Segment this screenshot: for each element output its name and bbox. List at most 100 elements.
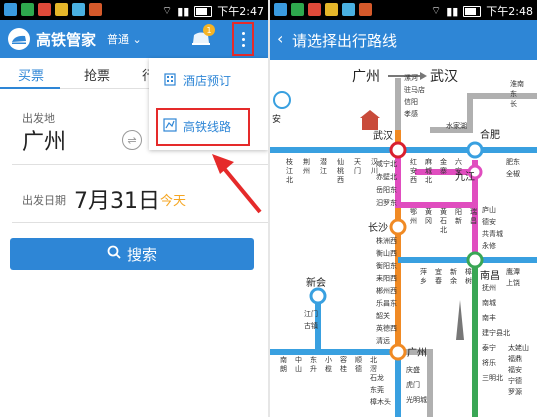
swap-cities-icon[interactable]: ⇌ bbox=[122, 130, 142, 150]
station-label[interactable]: 宁德 bbox=[508, 376, 522, 385]
station-xinhui-dot[interactable] bbox=[309, 287, 327, 305]
station-label[interactable]: 光明城 bbox=[406, 395, 427, 404]
station-guangzhou-dot[interactable] bbox=[389, 343, 407, 361]
station-label[interactable]: 鹰潭 bbox=[506, 267, 520, 276]
menu-item-hotel[interactable]: 酒店预订 bbox=[153, 62, 263, 98]
station-label[interactable]: 北 bbox=[425, 176, 432, 184]
station-label[interactable]: 孝感 bbox=[404, 109, 418, 118]
station-label[interactable]: 小 bbox=[325, 355, 332, 364]
station-label[interactable]: 朗 bbox=[280, 364, 287, 373]
station-label[interactable]: 江门 bbox=[304, 309, 318, 318]
station-label[interactable]: 将乐 bbox=[482, 358, 496, 367]
station-label[interactable]: 漯河 bbox=[404, 73, 418, 82]
station-label[interactable]: 桃 bbox=[337, 166, 344, 175]
station-label[interactable]: 乐昌东 bbox=[376, 299, 397, 308]
station-label[interactable]: 顺 bbox=[355, 356, 362, 364]
station-label[interactable]: 江 bbox=[320, 167, 327, 175]
station-label[interactable]: 庆盛 bbox=[406, 365, 420, 374]
station-label[interactable]: 安 bbox=[455, 166, 462, 175]
station-label[interactable]: 枝 bbox=[286, 157, 293, 166]
station-label[interactable]: 赤壁北 bbox=[376, 172, 397, 181]
station-label[interactable]: 门 bbox=[354, 166, 361, 175]
station-shuijiahu[interactable]: 水家湖 bbox=[446, 121, 467, 130]
station-label[interactable]: 昌 bbox=[470, 217, 477, 225]
station-label[interactable]: 株洲西 bbox=[376, 236, 397, 245]
station-label[interactable]: 城 bbox=[425, 167, 432, 175]
station-label[interactable]: 英德西 bbox=[376, 324, 397, 333]
message-bell-icon[interactable]: 1 bbox=[191, 24, 215, 47]
station-label[interactable]: 容 bbox=[340, 355, 347, 364]
station-label[interactable]: 冈 bbox=[425, 217, 432, 225]
station-label[interactable]: 乡 bbox=[420, 277, 427, 285]
station-label[interactable]: 黄 bbox=[440, 207, 447, 216]
station-label[interactable]: 树 bbox=[465, 276, 472, 285]
station-label[interactable]: 阳 bbox=[455, 207, 462, 216]
station-label[interactable]: 德安 bbox=[482, 217, 496, 226]
station-label[interactable]: 上饶 bbox=[506, 278, 520, 287]
station-label[interactable]: 仙 bbox=[337, 157, 344, 166]
station-label[interactable]: 樟木头 bbox=[370, 397, 391, 406]
tab-buy-ticket[interactable]: 买票 bbox=[18, 65, 44, 84]
station-label[interactable]: 衡阳东 bbox=[376, 261, 397, 270]
station-label[interactable]: 北 bbox=[440, 226, 447, 234]
station-label[interactable]: 咸宁北 bbox=[376, 159, 397, 168]
station-label[interactable]: 淮南 bbox=[510, 79, 524, 88]
station-label[interactable]: 寨 bbox=[440, 166, 447, 175]
station-label[interactable]: 北 bbox=[286, 176, 293, 184]
station-label[interactable]: 瑞 bbox=[470, 207, 477, 216]
station-label[interactable]: 鄂 bbox=[410, 207, 417, 216]
station-label[interactable]: 樟 bbox=[465, 267, 472, 276]
station-label[interactable]: 永修 bbox=[482, 241, 496, 250]
station-changsha[interactable]: 长沙 bbox=[368, 222, 388, 234]
station-label[interactable]: 余 bbox=[450, 276, 457, 285]
station-label[interactable]: 德 bbox=[355, 364, 362, 373]
station-an[interactable]: 安 bbox=[272, 113, 281, 125]
station-label[interactable]: 福鼎 bbox=[508, 354, 522, 363]
station-label[interactable]: 石 bbox=[440, 217, 447, 225]
station-label[interactable]: 新 bbox=[455, 216, 462, 225]
station-label[interactable]: 州 bbox=[303, 167, 310, 175]
back-chevron-icon[interactable]: ‹ bbox=[277, 29, 283, 48]
station-label[interactable]: 虎门 bbox=[406, 380, 420, 389]
station-label[interactable]: 共青城 bbox=[482, 229, 503, 238]
station-label[interactable]: 东 bbox=[310, 355, 317, 364]
station-label[interactable]: 三明北 bbox=[482, 374, 503, 382]
station-label[interactable]: 衡山西 bbox=[376, 249, 397, 258]
station-label[interactable]: 天 bbox=[354, 158, 361, 166]
station-hefei-dot[interactable] bbox=[466, 141, 484, 159]
station-changsha-dot[interactable] bbox=[389, 218, 407, 236]
departure-date[interactable]: 7月31日 bbox=[74, 183, 160, 215]
from-city[interactable]: 广州 bbox=[22, 124, 66, 156]
station-nanchang-dot[interactable] bbox=[466, 251, 484, 269]
station-label[interactable]: 汨罗东 bbox=[376, 198, 397, 207]
station-label[interactable]: 南丰 bbox=[482, 313, 496, 322]
station-label[interactable]: 古镇 bbox=[304, 321, 318, 330]
station-label[interactable]: 驻马店 bbox=[404, 85, 425, 94]
station-label[interactable]: 滘 bbox=[370, 364, 377, 373]
station-label[interactable]: 金 bbox=[440, 157, 447, 166]
station-label[interactable]: 宜 bbox=[435, 267, 442, 276]
station-label[interactable]: 岳阳东 bbox=[376, 185, 397, 194]
station-label[interactable]: 榄 bbox=[325, 364, 332, 373]
station-label[interactable]: 西 bbox=[337, 176, 344, 184]
station-label[interactable]: 郴州西 bbox=[376, 286, 397, 295]
station-label[interactable]: 石龙 bbox=[370, 373, 384, 382]
station-label[interactable]: 六 bbox=[455, 157, 462, 166]
station-label[interactable]: 升 bbox=[310, 364, 317, 373]
station-label[interactable]: 安 bbox=[410, 166, 417, 175]
station-label[interactable]: 江 bbox=[286, 167, 293, 175]
station-label[interactable]: 福安 bbox=[508, 365, 522, 374]
station-label[interactable]: 潜 bbox=[320, 157, 327, 166]
rail-map[interactable]: 广州 武汉 武汉 合肥 九江 长沙 南昌 新会 广州 安 水家湖 漯河驻马店信阳… bbox=[270, 60, 537, 417]
station-label[interactable]: 建宁县北 bbox=[482, 328, 510, 337]
station-guangzhou[interactable]: 广州 bbox=[407, 347, 427, 359]
mode-selector[interactable]: 普通 ⌄ bbox=[107, 31, 142, 47]
station-label[interactable]: 抚州 bbox=[482, 283, 496, 292]
station-label[interactable]: 春 bbox=[435, 276, 442, 285]
station-label[interactable]: 黄 bbox=[425, 207, 432, 216]
station-label[interactable]: 耒阳西 bbox=[376, 274, 397, 283]
station-label[interactable]: 太姥山 bbox=[508, 343, 529, 352]
tab-grab-ticket[interactable]: 抢票 bbox=[84, 65, 110, 84]
station-nanchang[interactable]: 南昌 bbox=[480, 269, 500, 282]
station-label[interactable]: 南城 bbox=[482, 298, 496, 307]
